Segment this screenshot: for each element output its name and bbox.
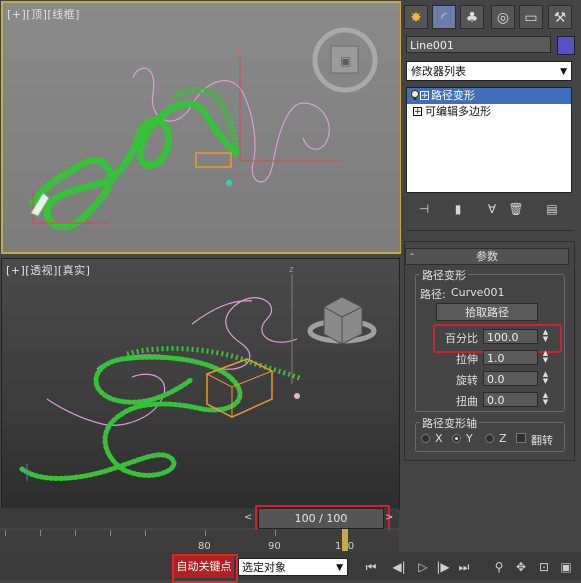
svg-text:▣: ▣ [340, 54, 351, 68]
modify-tab-icon[interactable]: ◜ [432, 5, 456, 29]
utilities-tab-icon[interactable]: ⚒ [548, 5, 572, 29]
rollout-title[interactable]: 参数 [405, 248, 569, 265]
maximize-icon[interactable]: ▣ [557, 558, 575, 576]
create-tab-icon[interactable]: ✸ [404, 5, 428, 29]
modifier-list-dropdown[interactable]: 修改器列表 ▼ [406, 61, 572, 81]
remove-modifier-icon[interactable]: 🗑 [506, 200, 526, 218]
axis-x-radio[interactable] [421, 434, 430, 443]
top-viewport-scene: ▣ [29, 27, 378, 231]
path-deform-group-title: 路径变形 [420, 267, 468, 283]
axis-z-label: z [289, 265, 294, 275]
go-to-start-icon[interactable]: ⏮ [362, 558, 380, 576]
axis-x-label: x [340, 153, 346, 163]
time-next-button[interactable]: > [385, 512, 393, 523]
perspective-viewport[interactable]: [+][透视][真实] z [1, 258, 400, 510]
modifier-stack: + 路径变形 + 可编辑多边形 [406, 87, 572, 193]
next-frame-icon[interactable]: |▶ [434, 558, 452, 576]
chevron-down-icon: ▼ [336, 563, 343, 573]
ruler-label-80: 80 [198, 541, 211, 552]
stretch-spinner-field[interactable]: 1.0 [483, 350, 538, 365]
spinner-arrows-icon[interactable]: ▲ ▼ [540, 371, 551, 386]
stack-item-label: 路径变形 [431, 89, 475, 102]
go-to-end-icon[interactable]: ⏭ [455, 558, 473, 576]
stack-item-path-deform[interactable]: + 路径变形 [407, 88, 571, 104]
perspective-viewport-scene [19, 274, 377, 481]
axis-x-radio-label: X [435, 432, 443, 445]
rotation-spinner-field[interactable]: 0.0 [483, 371, 538, 386]
rotation-label: 旋转 [456, 374, 478, 387]
selection-filter-dropdown[interactable]: 选定对象 ▼ [238, 558, 348, 576]
pan-icon[interactable]: ✥ [512, 558, 530, 576]
perspective-viewport-label[interactable]: [+][透视][真实] [6, 262, 90, 278]
axis-z-radio[interactable] [485, 434, 494, 443]
object-name-field[interactable]: Line001 [406, 36, 551, 53]
spinner-arrows-icon[interactable]: ▲ ▼ [540, 392, 551, 407]
make-unique-icon[interactable]: ∀ [482, 200, 502, 218]
top-viewport[interactable]: ▣ [+][顶][线框] y x [1, 1, 402, 254]
hierarchy-tab-icon[interactable]: ♣ [460, 5, 484, 29]
show-end-result-icon[interactable]: ▮ [448, 200, 468, 218]
modifier-list-label: 修改器列表 [411, 65, 466, 78]
display-tab-icon[interactable]: ▭ [519, 5, 543, 29]
axis-y-label: y [236, 45, 242, 55]
configure-sets-icon[interactable]: ▤ [542, 200, 562, 218]
zoom-icon[interactable]: ⚲ [490, 558, 508, 576]
motion-tab-icon[interactable]: ◎ [491, 5, 515, 29]
axis-y-radio-label: Y [466, 432, 473, 445]
stack-item-editable-poly[interactable]: + 可编辑多边形 [407, 104, 571, 120]
flip-label: 翻转 [531, 434, 553, 447]
expand-plus-icon[interactable]: + [413, 107, 422, 117]
ruler-label-90: 90 [268, 541, 281, 552]
pin-stack-icon[interactable]: ⊣ [414, 200, 434, 218]
time-prev-button[interactable]: < [244, 512, 252, 523]
collapse-minus-icon[interactable]: - [410, 247, 414, 260]
lightbulb-icon[interactable] [411, 90, 419, 101]
pick-path-button[interactable]: 拾取路径 [436, 303, 538, 321]
twist-spinner-field[interactable]: 0.0 [483, 392, 538, 407]
axis-y-radio[interactable] [452, 434, 461, 443]
auto-key-highlight [172, 554, 238, 583]
zoom-extents-icon[interactable]: ⊡ [535, 558, 553, 576]
flip-checkbox[interactable] [516, 433, 526, 443]
play-icon[interactable]: ▷ [414, 558, 432, 576]
chevron-down-icon: ▼ [560, 67, 567, 77]
object-color-swatch[interactable] [557, 36, 575, 55]
path-label: 路径: [420, 288, 446, 301]
divider [406, 230, 574, 231]
prev-frame-icon[interactable]: ◀| [390, 558, 408, 576]
path-value: Curve001 [451, 286, 505, 299]
axis-z-radio-label: Z [499, 432, 507, 445]
deform-axis-group-title: 路径变形轴 [420, 415, 479, 431]
stretch-label: 拉伸 [456, 353, 478, 366]
expand-plus-icon[interactable]: + [420, 91, 429, 101]
stack-item-label: 可编辑多边形 [425, 105, 491, 118]
current-frame-marker[interactable] [342, 529, 348, 551]
twist-label: 扭曲 [456, 395, 478, 408]
track-bar[interactable]: 80 90 100 [0, 530, 399, 552]
selection-filter-value: 选定对象 [242, 561, 286, 574]
top-viewport-label[interactable]: [+][顶][线框] [7, 6, 80, 22]
spinner-arrows-icon[interactable]: ▲ ▼ [540, 350, 551, 365]
